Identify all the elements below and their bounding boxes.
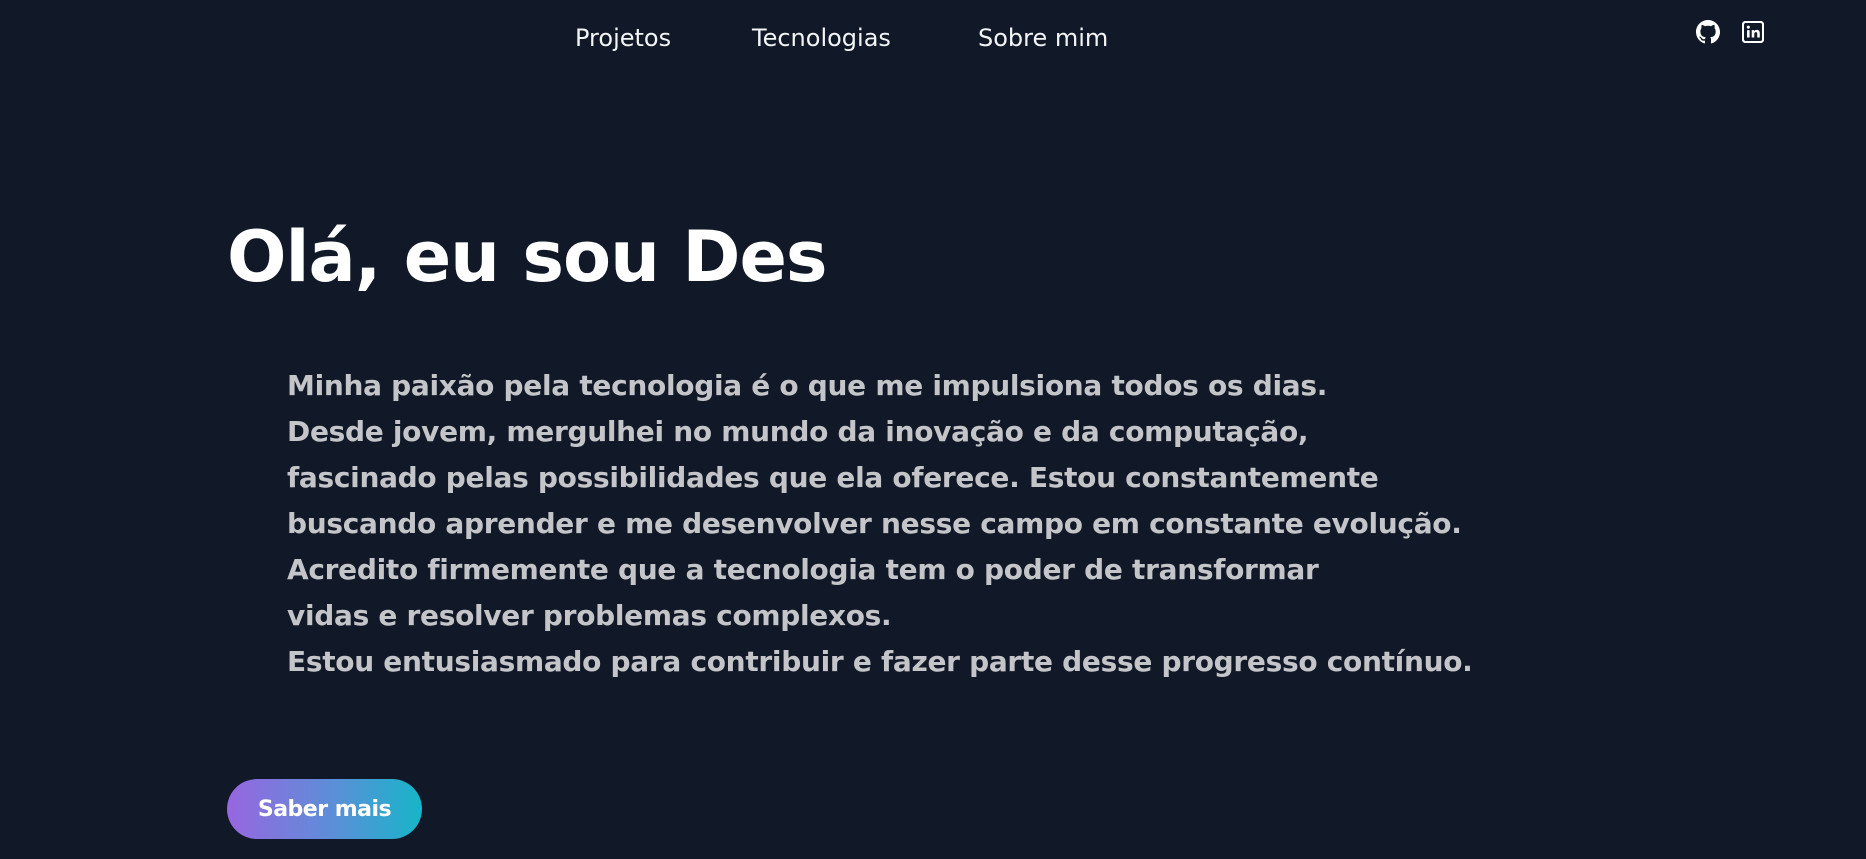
saber-mais-button[interactable]: Saber mais: [227, 779, 422, 839]
github-link[interactable]: [1695, 20, 1721, 48]
page: Projetos Tecnologias Sobre mim Olá, eu s…: [0, 0, 1866, 859]
github-icon: [1696, 20, 1720, 48]
intro-line: buscando aprender e me desenvolver nesse…: [287, 507, 1462, 540]
nav-link-sobre-mim[interactable]: Sobre mim: [978, 20, 1108, 56]
top-nav: Projetos Tecnologias Sobre mim: [0, 0, 1866, 76]
intro-line: Estou entusiasmado para contribuir e faz…: [287, 645, 1473, 678]
intro-line: Minha paixão pela tecnologia é o que me …: [287, 369, 1328, 402]
nav-link-projetos[interactable]: Projetos: [575, 20, 671, 56]
hero-title: Olá, eu sou Des: [227, 216, 828, 298]
linkedin-link[interactable]: [1740, 20, 1766, 47]
intro-line: vidas e resolver problemas complexos.: [287, 599, 892, 632]
linkedin-icon: [1741, 20, 1765, 47]
intro-paragraph: Minha paixão pela tecnologia é o que me …: [287, 363, 1587, 685]
intro-line: fascinado pelas possibilidades que ela o…: [287, 461, 1379, 494]
nav-link-tecnologias[interactable]: Tecnologias: [752, 20, 891, 56]
intro-line: Acredito firmemente que a tecnologia tem…: [287, 553, 1319, 586]
intro-line: Desde jovem, mergulhei no mundo da inova…: [287, 415, 1309, 448]
